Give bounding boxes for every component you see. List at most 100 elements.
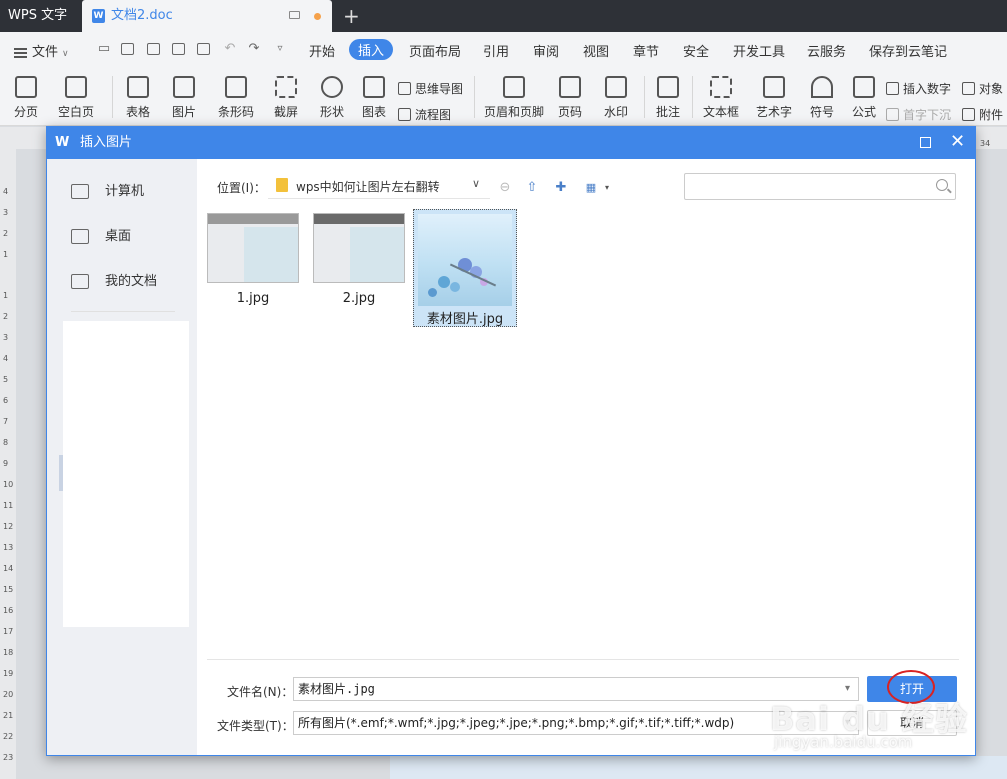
mindmap-button[interactable]: 思维导图 (398, 80, 463, 97)
file-menu-button[interactable]: 文件 ∨ (14, 41, 69, 60)
menu-security[interactable]: 安全 (683, 41, 709, 60)
search-icon (936, 179, 948, 191)
file-thumbnail-1[interactable]: 1.jpg (207, 209, 311, 327)
picture-icon (173, 76, 195, 98)
comment-icon (657, 76, 679, 98)
wordart-button[interactable]: 艺术字 (754, 68, 794, 120)
blank-page-button[interactable]: 空白页 (54, 68, 98, 120)
new-tab-plus-icon[interactable]: + (343, 4, 360, 28)
computer-icon (71, 184, 89, 199)
dialog-sidebar: 计算机 桌面 我的文档 (47, 159, 197, 755)
screenshot-button[interactable]: 截屏 (268, 68, 304, 120)
sidebar-list-panel (63, 321, 189, 627)
close-icon[interactable]: ✕ (950, 131, 965, 153)
drop-cap-icon (886, 108, 899, 121)
app-name-tab[interactable]: WPS 文字 (0, 0, 80, 32)
symbol-button[interactable]: 符号 (804, 68, 840, 120)
chart-button[interactable]: 图表 (356, 68, 392, 120)
desktop-icon (71, 229, 89, 244)
unsaved-dot-icon (314, 13, 321, 20)
location-dropdown[interactable]: wps中如何让图片左右翻转 ∨ (268, 173, 490, 199)
back-arrow-icon[interactable]: ⊖ (497, 181, 513, 195)
vertical-ruler: 4 3 2 1 1 2 3 4 5 6 7 8 9 10 11 12 13 14… (0, 149, 16, 779)
insert-picture-dialog: W 插入图片 ✕ 计算机 桌面 我的文档 位置(I)： wps中如何让图片左右翻… (46, 126, 976, 756)
menu-sections[interactable]: 章节 (633, 41, 659, 60)
shapes-button[interactable]: 形状 (314, 68, 350, 120)
up-folder-icon[interactable]: ⇧ (524, 181, 540, 195)
menu-start[interactable]: 开始 (309, 41, 335, 60)
open-folder-icon[interactable]: ▭ (96, 41, 112, 57)
image-preview (207, 213, 299, 283)
folder-icon (276, 178, 288, 192)
document-tab[interactable]: W 文档2.doc (82, 0, 332, 32)
table-icon (127, 76, 149, 98)
print-preview-icon[interactable] (197, 43, 210, 55)
baidu-watermark-url: jingyan.baidu.com (774, 733, 913, 751)
monitor-icon[interactable] (289, 11, 300, 19)
insert-number-button[interactable]: 插入数字 (886, 80, 951, 97)
formula-button[interactable]: 公式 (846, 68, 882, 120)
hamburger-icon (14, 47, 27, 58)
flowchart-button[interactable]: 流程图 (398, 106, 451, 123)
menu-view[interactable]: 视图 (583, 41, 609, 60)
view-chevron-icon[interactable]: ▾ (599, 181, 615, 195)
menu-insert[interactable]: 插入 (349, 39, 394, 60)
filetype-label: 文件类型(T)： (217, 719, 294, 733)
my-documents-icon (71, 274, 89, 289)
file-thumbnail-2[interactable]: 2.jpg (313, 209, 417, 327)
page-break-button[interactable]: 分页 (8, 68, 44, 120)
location-value: wps中如何让图片左右翻转 (296, 180, 440, 194)
page-number-button[interactable]: 页码 (552, 68, 588, 120)
undo-icon[interactable]: ↶ (222, 41, 238, 57)
sidebar-divider (71, 311, 175, 312)
export-pdf-icon[interactable] (147, 43, 160, 55)
table-button[interactable]: 表格 (120, 68, 156, 120)
maximize-icon[interactable] (920, 137, 931, 148)
filename-dropdown-icon[interactable]: ▾ (845, 683, 850, 694)
shapes-icon (321, 76, 343, 98)
header-footer-button[interactable]: 页眉和页脚 (482, 68, 546, 120)
barcode-button[interactable]: 条形码 (212, 68, 260, 120)
menu-bar: 文件 ∨ ▭ ↶ ↷ ▿ 开始 插入 页面布局 引用 审阅 视图 章节 安全 开发… (0, 32, 1007, 68)
bottom-divider (207, 659, 959, 660)
comment-button[interactable]: 批注 (650, 68, 686, 120)
picture-button[interactable]: 图片 (166, 68, 202, 120)
page-break-icon (15, 76, 37, 98)
redo-icon[interactable]: ↷ (246, 41, 262, 57)
new-folder-icon[interactable]: ✚ (553, 181, 569, 195)
flowchart-icon (398, 108, 411, 121)
menu-cloud-service[interactable]: 云服务 (807, 41, 846, 60)
file-menu-label: 文件 (32, 45, 59, 60)
menu-developer-tools[interactable]: 开发工具 (733, 41, 785, 60)
object-button[interactable]: 对象 (962, 80, 1003, 97)
wordart-icon (763, 76, 785, 98)
image-preview (313, 213, 405, 283)
attachment-button[interactable]: 附件 (962, 106, 1003, 123)
ribbon-separator (692, 76, 693, 118)
document-tab-label: 文档2.doc (111, 8, 173, 23)
menu-save-to-cloud-notes[interactable]: 保存到云笔记 (869, 41, 947, 60)
page-number-icon (559, 76, 581, 98)
screenshot-icon (275, 76, 297, 98)
customize-chevron-icon[interactable]: ▿ (272, 41, 288, 57)
watermark-button[interactable]: 水印 (598, 68, 634, 120)
textbox-button[interactable]: 文本框 (698, 68, 744, 120)
ribbon-separator (644, 76, 645, 118)
ribbon-separator (112, 76, 113, 118)
menu-references[interactable]: 引用 (483, 41, 509, 60)
save-icon[interactable] (121, 43, 134, 55)
search-input[interactable] (684, 173, 956, 200)
flower-image-preview (418, 214, 512, 306)
print-icon[interactable] (172, 43, 185, 55)
document-page[interactable] (390, 756, 1007, 779)
menu-page-layout[interactable]: 页面布局 (409, 41, 461, 60)
file-name: 2.jpg (342, 291, 376, 306)
sidebar-resize-handle[interactable] (59, 455, 63, 491)
first-sink-button[interactable]: 首字下沉 (886, 106, 951, 123)
wps-logo-icon: W (55, 135, 70, 150)
view-grid-icon[interactable]: ▦ (583, 181, 599, 195)
file-thumbnail-selected[interactable]: 素材图片.jpg (413, 209, 517, 327)
chevron-down-icon: ∨ (62, 49, 69, 59)
menu-review[interactable]: 审阅 (533, 41, 559, 60)
dialog-title-bar[interactable]: W 插入图片 ✕ (47, 127, 975, 159)
